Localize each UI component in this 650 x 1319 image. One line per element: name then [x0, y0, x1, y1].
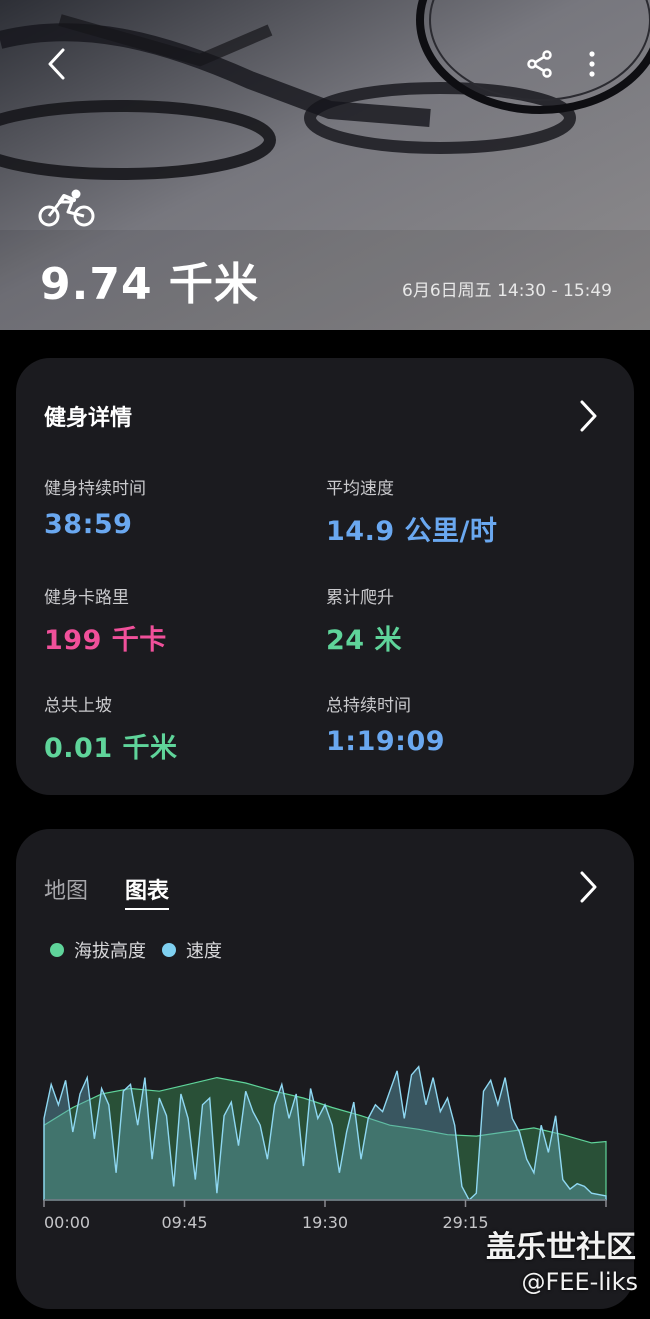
cycling-icon	[38, 189, 95, 227]
metric-value: 38:59	[44, 509, 133, 540]
x-tick-label: 00:00	[44, 1213, 91, 1232]
metric-value: 14.9 公里/时	[326, 516, 498, 547]
metric-label: 总持续时间	[326, 696, 411, 716]
back-arrow-icon	[48, 48, 65, 80]
watermark-user: @FEE-liks	[521, 1268, 638, 1296]
x-tick-label: 29:15	[442, 1213, 489, 1232]
x-tick-label: 19:30	[302, 1213, 349, 1232]
workout-datetime: 6月6日周五 14:30 - 15:49	[402, 281, 612, 301]
metric-label: 健身持续时间	[44, 479, 146, 499]
metric-label: 健身卡路里	[44, 588, 129, 608]
metric-value: 24 米	[326, 625, 402, 656]
x-tick-label: 09:45	[161, 1213, 208, 1232]
share-button[interactable]	[520, 44, 560, 84]
metric-label: 总共上坡	[44, 696, 112, 716]
metric-label: 累计爬升	[326, 588, 394, 608]
metric-total-duration: 总持续时间 1:19:09	[326, 691, 445, 757]
metric-value: 1:19:09	[326, 726, 446, 757]
metric-calories: 健身卡路里 199 千卡	[44, 583, 167, 657]
workout-details-card[interactable]: 健身详情 健身持续时间 38:59 平均速度 14.9 公里/时 健身卡路里 1…	[16, 358, 634, 795]
card-title: 健身详情	[44, 406, 133, 431]
metric-avg-speed: 平均速度 14.9 公里/时	[326, 474, 497, 548]
watermark-community: 盖乐世社区	[486, 1230, 636, 1265]
metric-duration: 健身持续时间 38:59	[44, 474, 146, 540]
more-options-button[interactable]	[572, 44, 612, 84]
more-vertical-icon	[589, 51, 595, 77]
share-icon	[527, 50, 552, 78]
metric-label: 平均速度	[326, 479, 394, 499]
metric-elevation-gain: 累计爬升 24 米	[326, 583, 402, 657]
total-distance: 9.74 千米	[40, 259, 259, 310]
metric-uphill-distance: 总共上坡 0.01 千米	[44, 691, 178, 765]
metric-value: 199 千卡	[44, 625, 167, 656]
chevron-right-icon[interactable]	[576, 398, 600, 434]
metric-value: 0.01 千米	[44, 733, 178, 764]
back-button[interactable]	[36, 44, 76, 84]
hero-banner: 9.74 千米 6月6日周五 14:30 - 15:49	[0, 0, 650, 330]
